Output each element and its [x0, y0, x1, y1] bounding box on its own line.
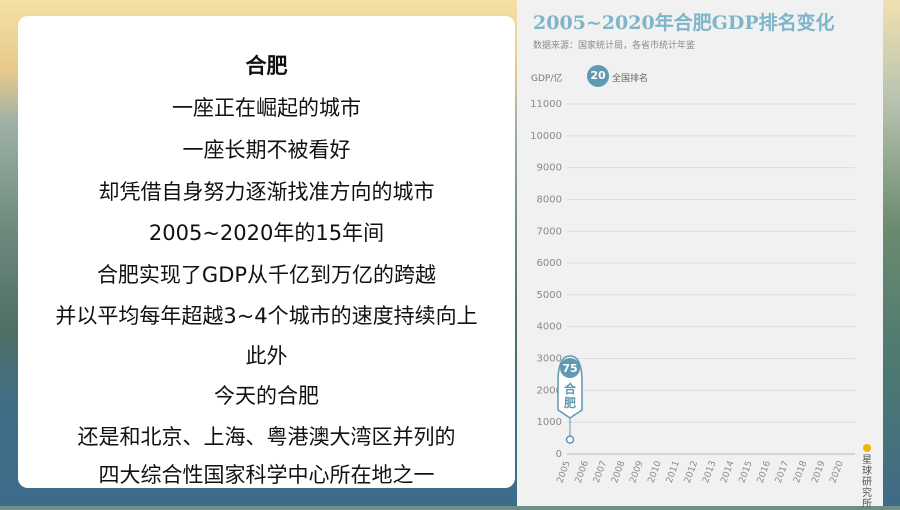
- x-tick-label: 2019: [810, 459, 827, 484]
- city-label-char: 肥: [564, 395, 576, 410]
- x-tick-label: 2010: [647, 459, 664, 484]
- x-tick-label: 2007: [592, 460, 609, 485]
- x-tick-label: 2014: [719, 459, 736, 484]
- card-title: 合肥: [245, 54, 288, 78]
- y-tick-label: 5000: [537, 290, 562, 301]
- x-tick-label: 2013: [701, 460, 718, 485]
- card-line-8: 今天的合肥: [214, 384, 319, 408]
- gdp-rank-chart-panel: 2005~2020年合肥GDP排名变化 数据来源：国家统计局，各省市统计年鉴 G…: [517, 0, 883, 510]
- x-tick-labels: 2005 2006 2007 2008 2009 2010 2011 2012 2013 2014…: [556, 459, 846, 484]
- y-tick-label: 3000: [537, 354, 562, 365]
- city-label-char: 合: [564, 381, 577, 396]
- y-tick-label: 8000: [537, 194, 562, 205]
- intro-text-card: 合肥 一座正在崛起的城市 一座长期不被看好 却凭借自身努力逐渐找准方向的城市 2…: [18, 16, 515, 488]
- data-point: [565, 435, 575, 444]
- x-tick-label: 2017: [774, 460, 791, 485]
- rank-value: 75: [562, 362, 577, 375]
- x-tick-label: 2012: [683, 460, 700, 485]
- card-line-2: 一座长期不被看好: [182, 138, 351, 162]
- grid-lines: [567, 103, 855, 455]
- data-markers: 75 合肥: [557, 355, 583, 444]
- card-line-10: 四大综合性国家科学中心所在地之一: [98, 463, 435, 487]
- card-line-7: 此外: [245, 344, 288, 368]
- card-line-1: 一座正在崛起的城市: [172, 96, 361, 120]
- card-line-6: 并以平均每年超越3~4个城市的速度持续向上: [55, 304, 478, 328]
- y-tick-label: 9000: [537, 163, 562, 174]
- x-tick-label: 2016: [756, 459, 773, 484]
- x-tick-label: 2020: [829, 459, 846, 484]
- x-tick-label: 2009: [628, 459, 645, 484]
- y-tick-labels: 0100020003000400050006000700080009000100…: [530, 99, 562, 460]
- card-line-3: 却凭借自身努力逐渐找准方向的城市: [98, 180, 435, 204]
- x-tick-label: 2008: [610, 459, 627, 484]
- card-line-9: 还是和北京、上海、粤港澳大湾区并列的: [77, 425, 456, 449]
- y-tick-label: 11000: [530, 99, 562, 110]
- y-tick-label: 7000: [537, 226, 562, 237]
- y-tick-label: 4000: [537, 322, 562, 333]
- y-tick-label: 6000: [537, 258, 562, 269]
- brand-name: 星球研究所: [862, 455, 872, 510]
- y-tick-label: 1000: [537, 417, 562, 428]
- brand-logo-icon: [863, 444, 871, 452]
- x-tick-label: 2006: [574, 459, 591, 484]
- card-line-5: 合肥实现了GDP从千亿到万亿的跨越: [96, 263, 437, 287]
- y-tick-label: 10000: [530, 131, 562, 142]
- y-tick-label: 0: [556, 449, 562, 460]
- x-tick-label: 2018: [792, 459, 809, 484]
- x-tick-label: 2005: [556, 460, 573, 485]
- x-tick-label: 2011: [665, 460, 682, 485]
- background-photo-edge: [880, 0, 900, 506]
- chart-canvas: 0100020003000400050006000700080009000100…: [530, 99, 855, 485]
- card-line-4: 2005~2020年的15年间: [148, 221, 385, 245]
- x-tick-label: 2015: [738, 460, 755, 485]
